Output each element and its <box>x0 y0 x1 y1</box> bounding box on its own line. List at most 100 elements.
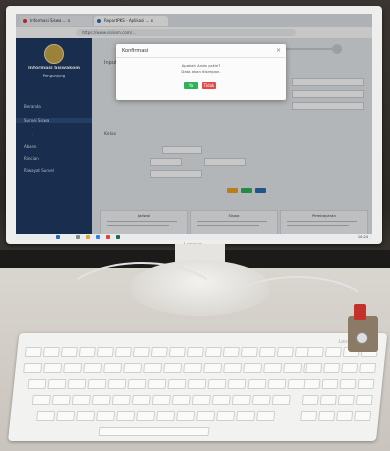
keyboard-key <box>227 379 247 389</box>
electronic-device <box>340 300 384 370</box>
numpad-key <box>305 363 323 373</box>
keyboard-key <box>211 395 231 405</box>
no-button[interactable]: Tidak <box>202 82 216 89</box>
keyboard-key <box>171 395 191 405</box>
keyboard-key <box>283 363 303 373</box>
keyboard-key <box>60 347 78 357</box>
space-key <box>98 427 210 436</box>
excel-icon[interactable] <box>116 235 120 239</box>
numpad-key <box>318 411 336 421</box>
numpad-key <box>300 411 318 421</box>
keyboard-key <box>196 411 216 421</box>
browser-icon[interactable] <box>96 235 100 239</box>
keyboard-key <box>243 363 263 373</box>
numpad-key <box>339 379 357 389</box>
keyboard-key <box>143 363 163 373</box>
keyboard-key <box>276 347 294 357</box>
yes-button[interactable]: Ya <box>184 82 198 89</box>
keyboard-key <box>163 363 183 373</box>
keyboard-key <box>91 395 111 405</box>
keyboard-key <box>67 379 87 389</box>
keyboard-key <box>111 395 131 405</box>
keyboard-key <box>168 347 186 357</box>
keyboard-key <box>271 395 291 405</box>
keyboard-key <box>231 395 251 405</box>
keyboard-key <box>31 395 51 405</box>
keyboard-key <box>251 395 271 405</box>
keyboard-key <box>76 411 96 421</box>
keyboard-key <box>240 347 258 357</box>
device-knob <box>356 332 368 344</box>
keyboard-key <box>187 379 207 389</box>
keyboard-key <box>51 395 71 405</box>
keyboard-key <box>96 347 114 357</box>
divider <box>116 57 286 58</box>
keyboard-key <box>43 363 63 373</box>
keyboard-key <box>176 411 196 421</box>
numpad-key <box>306 347 324 357</box>
keyboard-key <box>87 379 107 389</box>
numpad-key <box>301 395 319 405</box>
dialog-message: Apakah Anda yakin? <box>181 63 221 68</box>
folder-icon[interactable] <box>86 235 90 239</box>
taskbar: 10:24 <box>16 234 372 240</box>
keyboard-key <box>207 379 227 389</box>
keyboard-key <box>103 363 123 373</box>
keyboard-key <box>127 379 147 389</box>
keyboard-key <box>156 411 176 421</box>
keyboard-key <box>42 347 60 357</box>
keyboard-key <box>236 411 256 421</box>
keyboard-key <box>27 379 47 389</box>
numpad-key <box>355 395 373 405</box>
keyboard-key <box>258 347 276 357</box>
keyboard-key <box>136 411 156 421</box>
keyboard-key <box>222 347 240 357</box>
keyboard-key <box>223 363 243 373</box>
keyboard-key <box>191 395 211 405</box>
chrome-icon[interactable] <box>106 235 110 239</box>
keyboard-key <box>71 395 91 405</box>
keyboard-key <box>24 347 42 357</box>
keyboard-key <box>123 363 143 373</box>
keyboard-key <box>256 411 276 421</box>
monitor-screen: Informasi Siswa ... x ReportPKS - Aplika… <box>16 14 372 240</box>
keyboard-key <box>203 363 223 373</box>
numpad-key <box>323 363 341 373</box>
dialog-message-2: Data akan disimpan. <box>181 69 221 74</box>
keyboard-key <box>183 363 203 373</box>
keyboard-key <box>63 363 83 373</box>
keyboard-key <box>247 379 267 389</box>
numpad-key <box>354 411 372 421</box>
keyboard-key <box>131 395 151 405</box>
numpad-key <box>337 395 355 405</box>
keyboard-key <box>56 411 76 421</box>
numpad-key <box>303 379 321 389</box>
keyboard-key <box>151 395 171 405</box>
close-icon[interactable]: × <box>276 47 281 54</box>
monitor: Informasi Siswa ... x ReportPKS - Aplika… <box>6 6 382 248</box>
keyboard-key <box>186 347 204 357</box>
keyboard-key <box>23 363 43 373</box>
keyboard-key <box>167 379 187 389</box>
dialog-title: Konfirmasi <box>122 48 149 54</box>
numpad-key <box>357 379 375 389</box>
device-red-part <box>354 304 366 320</box>
keyboard-key <box>36 411 56 421</box>
confirm-dialog: Konfirmasi × Apakah Anda yakin? Data aka… <box>116 44 286 100</box>
keyboard-key <box>147 379 167 389</box>
keyboard-key <box>114 347 132 357</box>
keyboard-key <box>116 411 136 421</box>
keyboard-key <box>216 411 236 421</box>
keyboard-key <box>267 379 287 389</box>
numpad-key <box>319 395 337 405</box>
taskbar-app-icon[interactable] <box>76 235 80 239</box>
keyboard: Lenovo <box>8 333 388 441</box>
numpad-key <box>321 379 339 389</box>
taskbar-clock: 10:24 <box>357 235 368 239</box>
photo-scene: Informasi Siswa ... x ReportPKS - Aplika… <box>0 0 390 451</box>
keyboard-key <box>204 347 222 357</box>
keyboard-key <box>150 347 168 357</box>
numpad-key <box>336 411 354 421</box>
start-icon[interactable] <box>56 235 60 239</box>
keyboard-key <box>96 411 116 421</box>
